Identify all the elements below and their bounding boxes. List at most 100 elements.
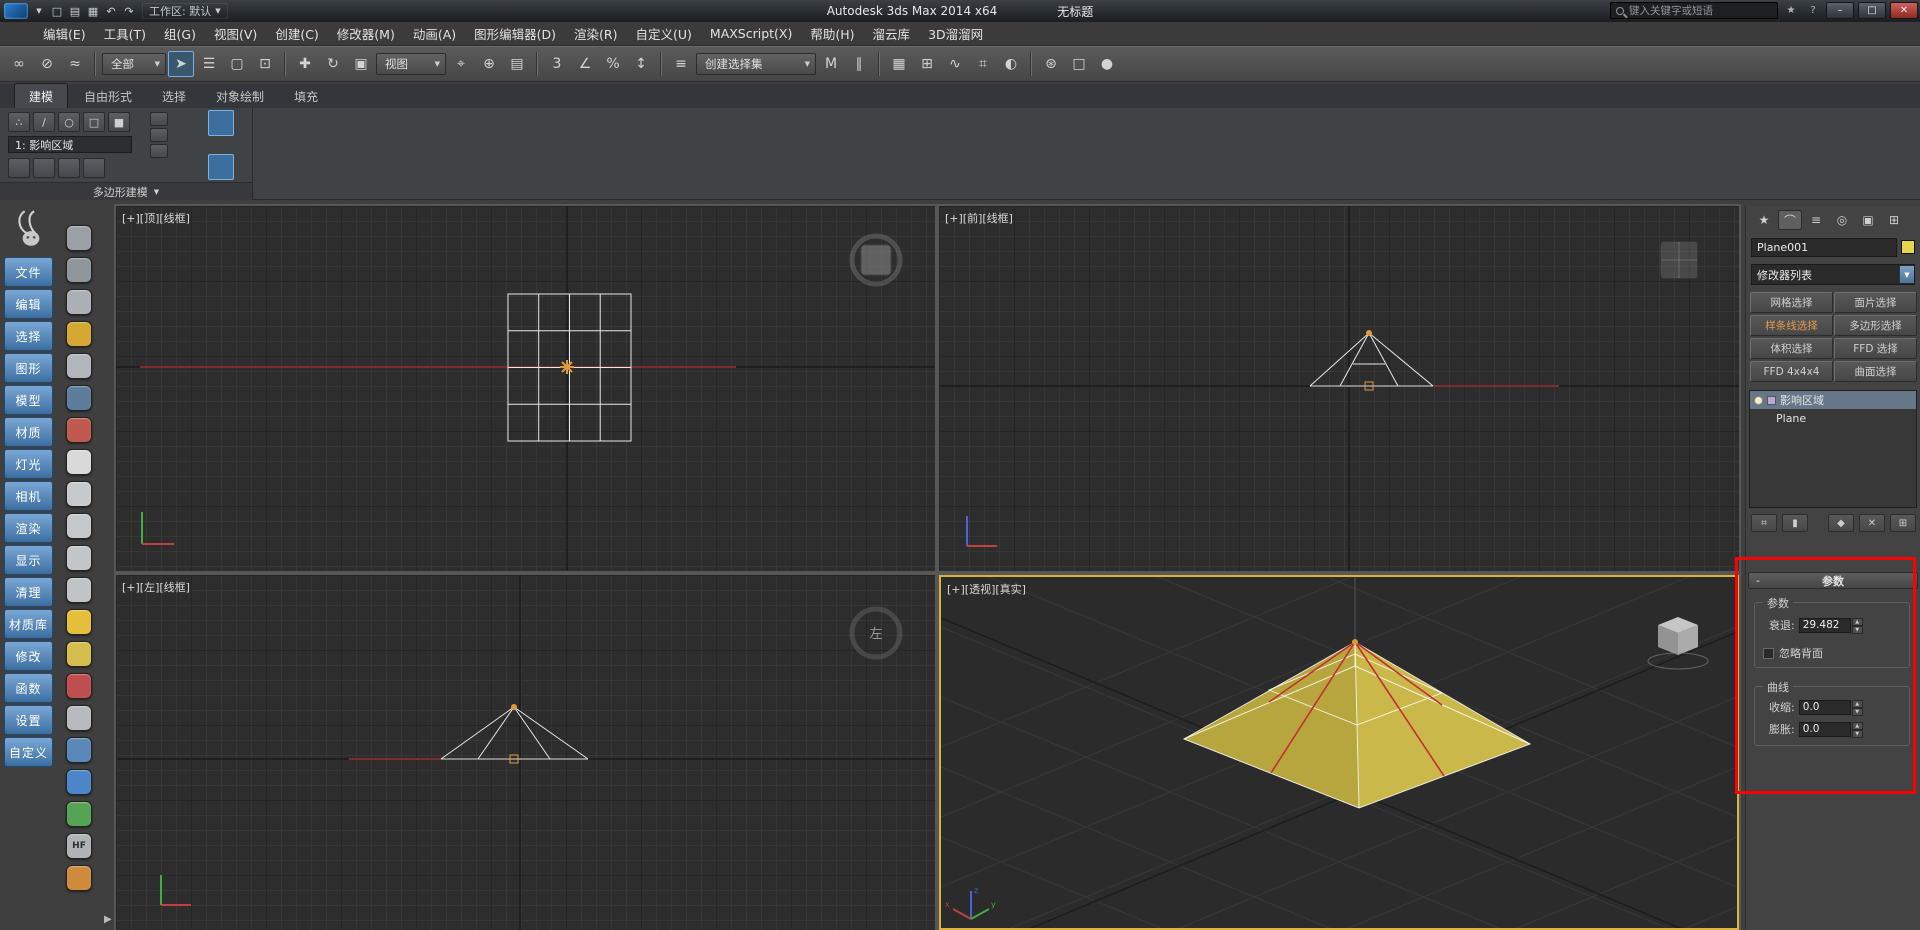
teapot-tool-icon[interactable] — [66, 545, 92, 571]
element-subobject-icon[interactable]: ■ — [108, 112, 130, 132]
ribbon-mini-button[interactable] — [150, 144, 168, 158]
render-production-icon[interactable]: ● — [1094, 51, 1120, 77]
sidebar-item-edit[interactable]: 编辑 — [4, 289, 53, 319]
poly-select-button[interactable]: 多边形选择 — [1834, 315, 1917, 336]
align-icon[interactable]: ∥ — [846, 51, 872, 77]
globe-tool-icon[interactable] — [66, 769, 92, 795]
menu-create[interactable]: 创建(C) — [266, 21, 327, 46]
remove-modifier-icon[interactable]: ✕ — [1859, 514, 1885, 532]
sidebar-item-material[interactable]: 材质 — [4, 417, 53, 447]
plane-tool-icon[interactable] — [66, 449, 92, 475]
panel-list-tool-icon[interactable] — [66, 289, 92, 315]
parameters-rollout-header[interactable]: - 参数 — [1748, 572, 1918, 589]
sidebar-item-light[interactable]: 灯光 — [4, 449, 53, 479]
volume-select-button[interactable]: 体积选择 — [1750, 338, 1833, 359]
modifier-stack-list[interactable]: 影响区域 Plane — [1749, 390, 1917, 508]
viewport-front[interactable]: [+][前][线框] — [939, 206, 1739, 571]
expand-toolbar-arrow-icon[interactable]: ▶ — [104, 914, 112, 925]
save-file-icon[interactable]: ▦ — [84, 3, 102, 19]
open-file-icon[interactable]: ▤ — [66, 3, 84, 19]
cone-tool-icon[interactable] — [66, 577, 92, 603]
current-modifier-field[interactable]: 1: 影响区域 — [8, 136, 132, 153]
pen-tool-icon[interactable] — [66, 705, 92, 731]
minimize-button[interactable]: – — [1826, 2, 1854, 19]
plant-tool-icon[interactable] — [66, 801, 92, 827]
reference-coordinate-system-dropdown[interactable]: 视图 ▼ — [376, 53, 446, 75]
percent-snap-toggle-icon[interactable]: % — [600, 51, 626, 77]
edge-subobject-icon[interactable]: / — [33, 112, 55, 132]
menu-customize[interactable]: 自定义(U) — [627, 21, 701, 46]
menu-modifiers[interactable]: 修改器(M) — [328, 21, 404, 46]
redo-icon[interactable]: ↷ — [120, 3, 138, 19]
viewport-perspective-label[interactable]: [+][透视][真实] — [947, 581, 1026, 597]
ribbon-tab-selection[interactable]: 选择 — [148, 84, 200, 108]
menu-graph-editors[interactable]: 图形编辑器(D) — [465, 21, 565, 46]
mesh-select-button[interactable]: 网格选择 — [1750, 292, 1833, 313]
rendered-frame-window-icon[interactable]: □ — [1066, 51, 1092, 77]
spinner-snap-toggle-icon[interactable]: ↕ — [628, 51, 654, 77]
spline-select-button[interactable]: 样条线选择 — [1750, 315, 1833, 336]
border-subobject-icon[interactable]: ○ — [58, 112, 80, 132]
ribbon-active-mode-button-2[interactable] — [208, 154, 234, 180]
menu-rendering[interactable]: 渲染(R) — [565, 21, 626, 46]
mountain-tool-icon[interactable] — [66, 737, 92, 763]
paint-bucket-tool-icon[interactable] — [66, 321, 92, 347]
patch-select-button[interactable]: 面片选择 — [1834, 292, 1917, 313]
ribbon-mini-button[interactable] — [150, 128, 168, 142]
configure-modifier-sets-icon[interactable]: ⊞ — [1890, 514, 1916, 532]
pin-stack-icon[interactable]: ⌗ — [1751, 514, 1777, 532]
hf-tool-icon[interactable]: HF — [66, 833, 92, 859]
sidebar-item-custom[interactable]: 自定义 — [4, 737, 53, 767]
sidebar-item-settings[interactable]: 设置 — [4, 705, 53, 735]
viewcube-top[interactable] — [852, 236, 900, 284]
sidebar-item-render[interactable]: 渲染 — [4, 513, 53, 543]
application-menu-button[interactable] — [4, 3, 28, 19]
yellow-sphere-tool-icon[interactable] — [66, 641, 92, 667]
new-file-icon[interactable]: □ — [48, 3, 66, 19]
monitor-tool-icon[interactable] — [66, 257, 92, 283]
curve-editor-icon[interactable]: ∿ — [942, 51, 968, 77]
selection-filter-dropdown[interactable]: 全部 ▼ — [102, 53, 166, 75]
ribbon-panel-label[interactable]: 多边形建模 ▼ — [0, 182, 252, 200]
select-and-manipulate-icon[interactable]: ⊕ — [476, 51, 502, 77]
ribbon-tab-modeling[interactable]: 建模 — [14, 83, 68, 108]
menu-animation[interactable]: 动画(A) — [404, 21, 465, 46]
menu-tools[interactable]: 工具(T) — [95, 21, 155, 46]
sidebar-item-function[interactable]: 函数 — [4, 673, 53, 703]
select-and-scale-icon[interactable]: ▣ — [348, 51, 374, 77]
select-by-name-icon[interactable]: ☰ — [196, 51, 222, 77]
select-and-rotate-icon[interactable]: ↻ — [320, 51, 346, 77]
ffd-select-button[interactable]: FFD 选择 — [1834, 338, 1917, 359]
mirror-icon[interactable]: M — [818, 51, 844, 77]
menu-views[interactable]: 视图(V) — [205, 21, 266, 46]
sidebar-item-shape[interactable]: 图形 — [4, 353, 53, 383]
sidebar-item-camera[interactable]: 相机 — [4, 481, 53, 511]
menu-liuyunku[interactable]: 溜云库 — [864, 21, 920, 46]
modifier-list-dropdown[interactable]: 修改器列表 ▼ — [1751, 264, 1915, 285]
surface-select-button[interactable]: 曲面选择 — [1834, 361, 1917, 382]
sidebar-item-model[interactable]: 模型 — [4, 385, 53, 415]
sidebar-item-modify[interactable]: 修改 — [4, 641, 53, 671]
material-editor-icon[interactable]: ◐ — [998, 51, 1024, 77]
viewcube-left[interactable]: 左 — [852, 609, 900, 657]
render-setup-icon[interactable]: ⊛ — [1038, 51, 1064, 77]
ribbon-tab-object-paint[interactable]: 对象绘制 — [202, 84, 278, 108]
ribbon-mini-button[interactable] — [150, 112, 168, 126]
sidebar-item-material-library[interactable]: 材质库 — [4, 609, 53, 639]
vertex-subobject-icon[interactable]: ∴ — [8, 112, 30, 132]
schematic-view-icon[interactable]: ⌗ — [970, 51, 996, 77]
bind-to-space-warp-icon[interactable]: ≈ — [62, 51, 88, 77]
pinch-spinner[interactable]: ▲▼ — [1852, 700, 1863, 715]
stack-row-affect-region[interactable]: 影响区域 — [1750, 391, 1916, 409]
make-unique-icon[interactable]: ◆ — [1828, 514, 1854, 532]
menu-3dliuliu[interactable]: 3D溜溜网 — [919, 21, 992, 46]
viewport-top[interactable]: [+][顶][线框] — [116, 206, 935, 571]
menu-help[interactable]: 帮助(H) — [801, 21, 863, 46]
sphere-tool-icon[interactable] — [66, 513, 92, 539]
viewport-top-label[interactable]: [+][顶][线框] — [122, 210, 190, 226]
utilities-tab-icon[interactable]: ⊞ — [1882, 210, 1906, 230]
viewcube-front[interactable] — [1661, 242, 1697, 278]
app-menu-arrow-icon[interactable]: ▼ — [30, 3, 48, 19]
show-end-result-icon[interactable]: ▮ — [1782, 514, 1808, 532]
pointer-tool-icon[interactable] — [66, 225, 92, 251]
